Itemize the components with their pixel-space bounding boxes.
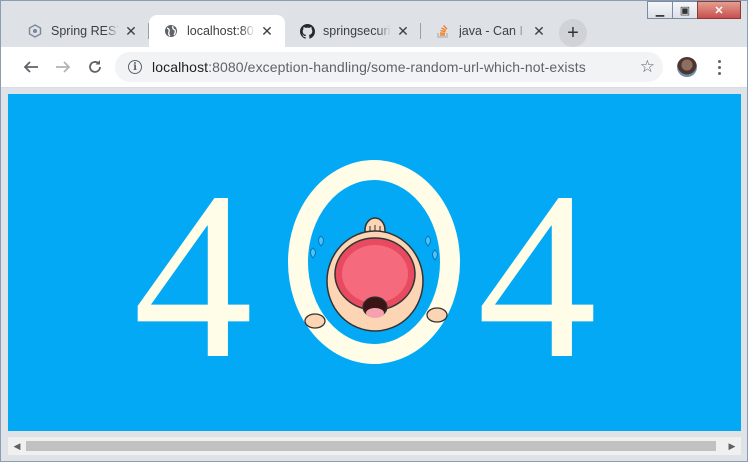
minimize-button[interactable]: ▁ bbox=[647, 1, 673, 19]
crying-baby-zero-icon bbox=[288, 160, 460, 364]
digit-right: 4 bbox=[477, 142, 597, 408]
maximize-button[interactable]: ▣ bbox=[672, 1, 698, 19]
error-404-graphic: 4 4 bbox=[133, 142, 597, 408]
url-text: localhost:8080/exception-handling/some-r… bbox=[152, 59, 586, 75]
tab-strip: Spring REST E ✕ localhost:8080 ✕ springs… bbox=[13, 15, 557, 47]
horizontal-scrollbar[interactable]: ◀ ▶ bbox=[8, 436, 741, 455]
browser-toolbar: i localhost:8080/exception-handling/some… bbox=[1, 47, 747, 88]
close-icon[interactable]: ✕ bbox=[395, 23, 411, 39]
github-icon bbox=[299, 23, 315, 39]
close-window-button[interactable]: ✕ bbox=[697, 1, 741, 19]
url-path: :8080/exception-handling/some-random-url… bbox=[208, 59, 586, 75]
spring-icon bbox=[27, 23, 43, 39]
tab-stackoverflow[interactable]: java - Can I h ✕ bbox=[421, 15, 557, 47]
url-host: localhost bbox=[152, 59, 209, 75]
page-content: 4 4 bbox=[8, 94, 741, 431]
tab-title: springsecurity bbox=[323, 24, 391, 38]
close-icon[interactable]: ✕ bbox=[259, 23, 275, 39]
tab-title: localhost:8080 bbox=[187, 24, 255, 38]
globe-icon bbox=[163, 23, 179, 39]
tab-title: Spring REST E bbox=[51, 24, 119, 38]
digit-left: 4 bbox=[133, 142, 253, 408]
scroll-thumb[interactable] bbox=[26, 441, 716, 451]
scroll-left-icon[interactable]: ◀ bbox=[11, 440, 23, 452]
window-controls: ▁ ▣ ✕ bbox=[647, 1, 741, 19]
bookmark-star-icon[interactable]: ☆ bbox=[640, 57, 655, 77]
tab-localhost[interactable]: localhost:8080 ✕ bbox=[149, 15, 285, 47]
new-tab-button[interactable]: + bbox=[559, 19, 587, 47]
tab-title: java - Can I h bbox=[459, 24, 527, 38]
close-icon[interactable]: ✕ bbox=[123, 23, 139, 39]
title-bar: Spring REST E ✕ localhost:8080 ✕ springs… bbox=[1, 1, 747, 47]
scroll-right-icon[interactable]: ▶ bbox=[726, 440, 738, 452]
avatar[interactable] bbox=[677, 57, 697, 77]
address-bar[interactable]: i localhost:8080/exception-handling/some… bbox=[115, 52, 663, 82]
reload-icon[interactable] bbox=[83, 55, 107, 79]
forward-arrow-icon[interactable] bbox=[51, 55, 75, 79]
back-arrow-icon[interactable] bbox=[19, 55, 43, 79]
tab-github[interactable]: springsecurity ✕ bbox=[285, 15, 421, 47]
browser-window: Spring REST E ✕ localhost:8080 ✕ springs… bbox=[0, 0, 748, 462]
close-icon[interactable]: ✕ bbox=[531, 23, 547, 39]
info-icon[interactable]: i bbox=[128, 60, 142, 74]
tab-spring-rest[interactable]: Spring REST E ✕ bbox=[13, 15, 149, 47]
stackoverflow-icon bbox=[435, 23, 451, 39]
menu-dots-icon[interactable] bbox=[713, 55, 725, 79]
